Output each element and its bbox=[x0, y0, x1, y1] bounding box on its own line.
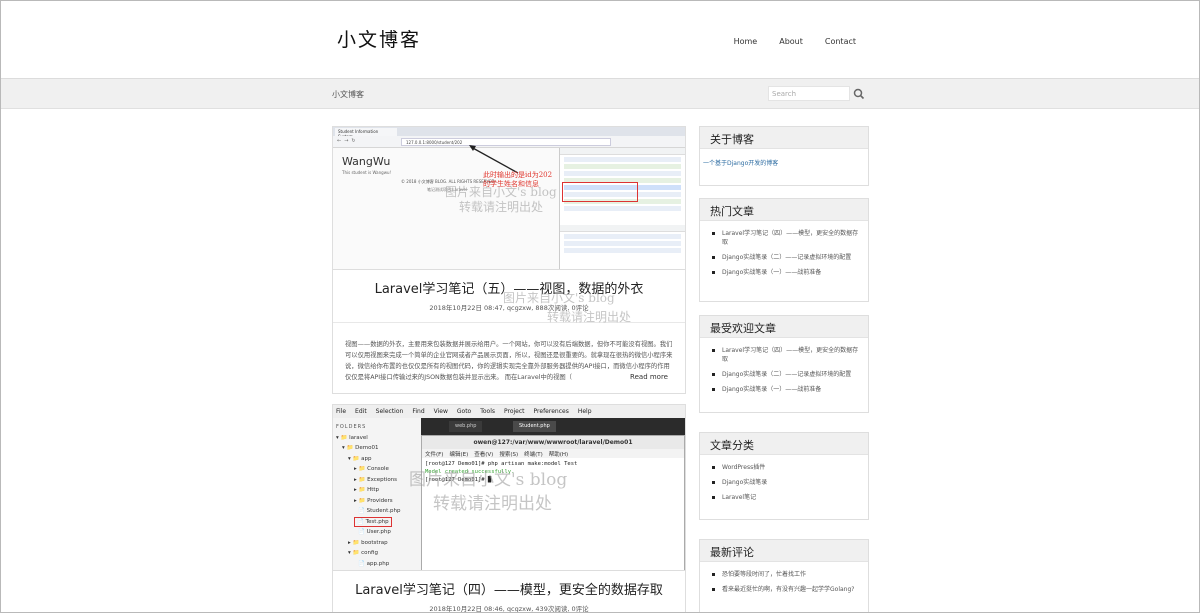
article-divider bbox=[333, 322, 685, 323]
editor-tab: Student.php bbox=[513, 421, 556, 432]
widget-hot-posts: 热门文章 Laravel学习笔记（四）——模型，更安全的数据存取 Django实… bbox=[699, 198, 869, 302]
categories-list: WordPress插件 Django实战笔录 Laravel笔记 bbox=[700, 455, 868, 512]
main-nav: Home About Contact bbox=[734, 37, 856, 46]
editor-file-tree: FOLDERS ▾ 📁 laravel ▾ 📁 Demo01 ▾ 📁 app ▸… bbox=[333, 418, 421, 570]
widget-title: 最受欢迎文章 bbox=[700, 316, 868, 338]
terminal-title: owen@127:/var/www/wwwroot/laravel/Demo01 bbox=[422, 436, 684, 449]
nav-about[interactable]: About bbox=[779, 37, 803, 46]
page: 小文博客 Home About Contact 小文博客 Student Inf… bbox=[0, 0, 1200, 613]
nav-home[interactable]: Home bbox=[734, 37, 758, 46]
list-item[interactable]: Laravel学习笔记（四）——模型，更安全的数据存取 bbox=[710, 229, 860, 247]
article-meta: 2018年10月22日 08:46, qcgzxw, 439次阅读, 0评论 bbox=[429, 605, 589, 613]
widget-title: 关于博客 bbox=[700, 127, 868, 149]
search-input[interactable] bbox=[768, 86, 850, 101]
terminal-menu: 文件(F) 编辑(E) 查看(V) 搜索(S) 终端(T) 帮助(H) bbox=[422, 449, 684, 458]
list-item[interactable]: 看来最近挺忙的啊，有没有兴趣一起学学Golang? bbox=[710, 585, 860, 594]
list-item[interactable]: 恐怕要等段时间了，忙着找工作 bbox=[710, 570, 860, 579]
breadcrumb[interactable]: 小文博客 bbox=[332, 89, 364, 100]
list-item[interactable]: Django实战笔录（一）——战前准备 bbox=[710, 385, 860, 394]
list-item[interactable]: Django实战笔录（二）——记录虚拟环境的配置 bbox=[710, 370, 860, 379]
editor-menu-bar: File Edit Selection Find View Goto Tools Projec… bbox=[333, 405, 685, 418]
article-thumbnail[interactable]: Student Information System ←→↻ 127.0.0.1… bbox=[333, 127, 685, 270]
widget-popular-posts: 最受欢迎文章 Laravel学习笔记（四）——模型，更安全的数据存取 Djang… bbox=[699, 315, 869, 413]
list-item[interactable]: WordPress插件 bbox=[710, 463, 860, 472]
terminal-window: owen@127:/var/www/wwwroot/laravel/Demo01… bbox=[421, 435, 685, 570]
article-summary: 视图——数据的外衣，主要用来包装数据并展示给用户。一个网站，你可以没有后端数据，… bbox=[345, 341, 673, 381]
sub-bar: 小文博客 bbox=[1, 79, 1199, 109]
list-item[interactable]: Django实战笔录 bbox=[710, 478, 860, 487]
terminal-output: [root@127 Demo01]# php artisan make:mode… bbox=[425, 461, 578, 483]
widget-title: 文章分类 bbox=[700, 433, 868, 455]
popular-posts-list: Laravel学习笔记（四）——模型，更安全的数据存取 Django实战笔录（二… bbox=[700, 338, 868, 404]
about-text[interactable]: 一个基于Django开发的博客 bbox=[700, 149, 868, 176]
thumb-annotation: 此时输出的是id为202 的学生姓名和信息 bbox=[483, 171, 553, 188]
hot-posts-list: Laravel学习笔记（四）——模型，更安全的数据存取 Django实战笔录（二… bbox=[700, 221, 868, 287]
article-title[interactable]: Laravel学习笔记（五）——视图，数据的外衣 bbox=[333, 278, 685, 297]
site-header: 小文博客 Home About Contact bbox=[1, 1, 1199, 79]
article-card: File Edit Selection Find View Goto Tools Projec… bbox=[332, 404, 686, 613]
site-logo[interactable]: 小文博客 bbox=[337, 25, 421, 52]
list-item[interactable]: Laravel学习笔记（四）——模型，更安全的数据存取 bbox=[710, 346, 860, 364]
list-item[interactable]: Django实战笔录（一）——战前准备 bbox=[710, 268, 860, 277]
list-item[interactable]: Django实战笔录（二）——记录虚拟环境的配置 bbox=[710, 253, 860, 262]
article-meta: 2018年10月22日 08:47, qcgzxw, 888次阅读, 0评论 bbox=[429, 304, 589, 312]
article-thumbnail[interactable]: File Edit Selection Find View Goto Tools Projec… bbox=[333, 405, 685, 571]
editor-tab: web.php bbox=[449, 421, 483, 432]
widget-categories: 文章分类 WordPress插件 Django实战笔录 Laravel笔记 bbox=[699, 432, 869, 520]
widget-title: 最新评论 bbox=[700, 540, 868, 562]
comments-list: 恐怕要等段时间了，忙着找工作 看来最近挺忙的啊，有没有兴趣一起学学Golang? bbox=[700, 562, 868, 604]
list-item[interactable]: Laravel笔记 bbox=[710, 493, 860, 502]
editor-tab-bar: web.php Student.php bbox=[421, 418, 685, 435]
article-card: Student Information System ←→↻ 127.0.0.1… bbox=[332, 126, 686, 394]
highlight-box: 📄 Test.php bbox=[354, 516, 392, 527]
read-more-link[interactable]: Read more bbox=[630, 373, 668, 381]
widget-latest-comments: 最新评论 恐怕要等段时间了，忙着找工作 看来最近挺忙的啊，有没有兴趣一起学学Go… bbox=[699, 539, 869, 612]
widget-title: 热门文章 bbox=[700, 199, 868, 221]
nav-contact[interactable]: Contact bbox=[825, 37, 856, 46]
annotation-arrow-icon bbox=[469, 145, 519, 174]
article-title[interactable]: Laravel学习笔记（四）——模型，更安全的数据存取 bbox=[333, 579, 685, 598]
widget-about: 关于博客 一个基于Django开发的博客 bbox=[699, 126, 869, 186]
search-icon[interactable] bbox=[853, 86, 865, 100]
